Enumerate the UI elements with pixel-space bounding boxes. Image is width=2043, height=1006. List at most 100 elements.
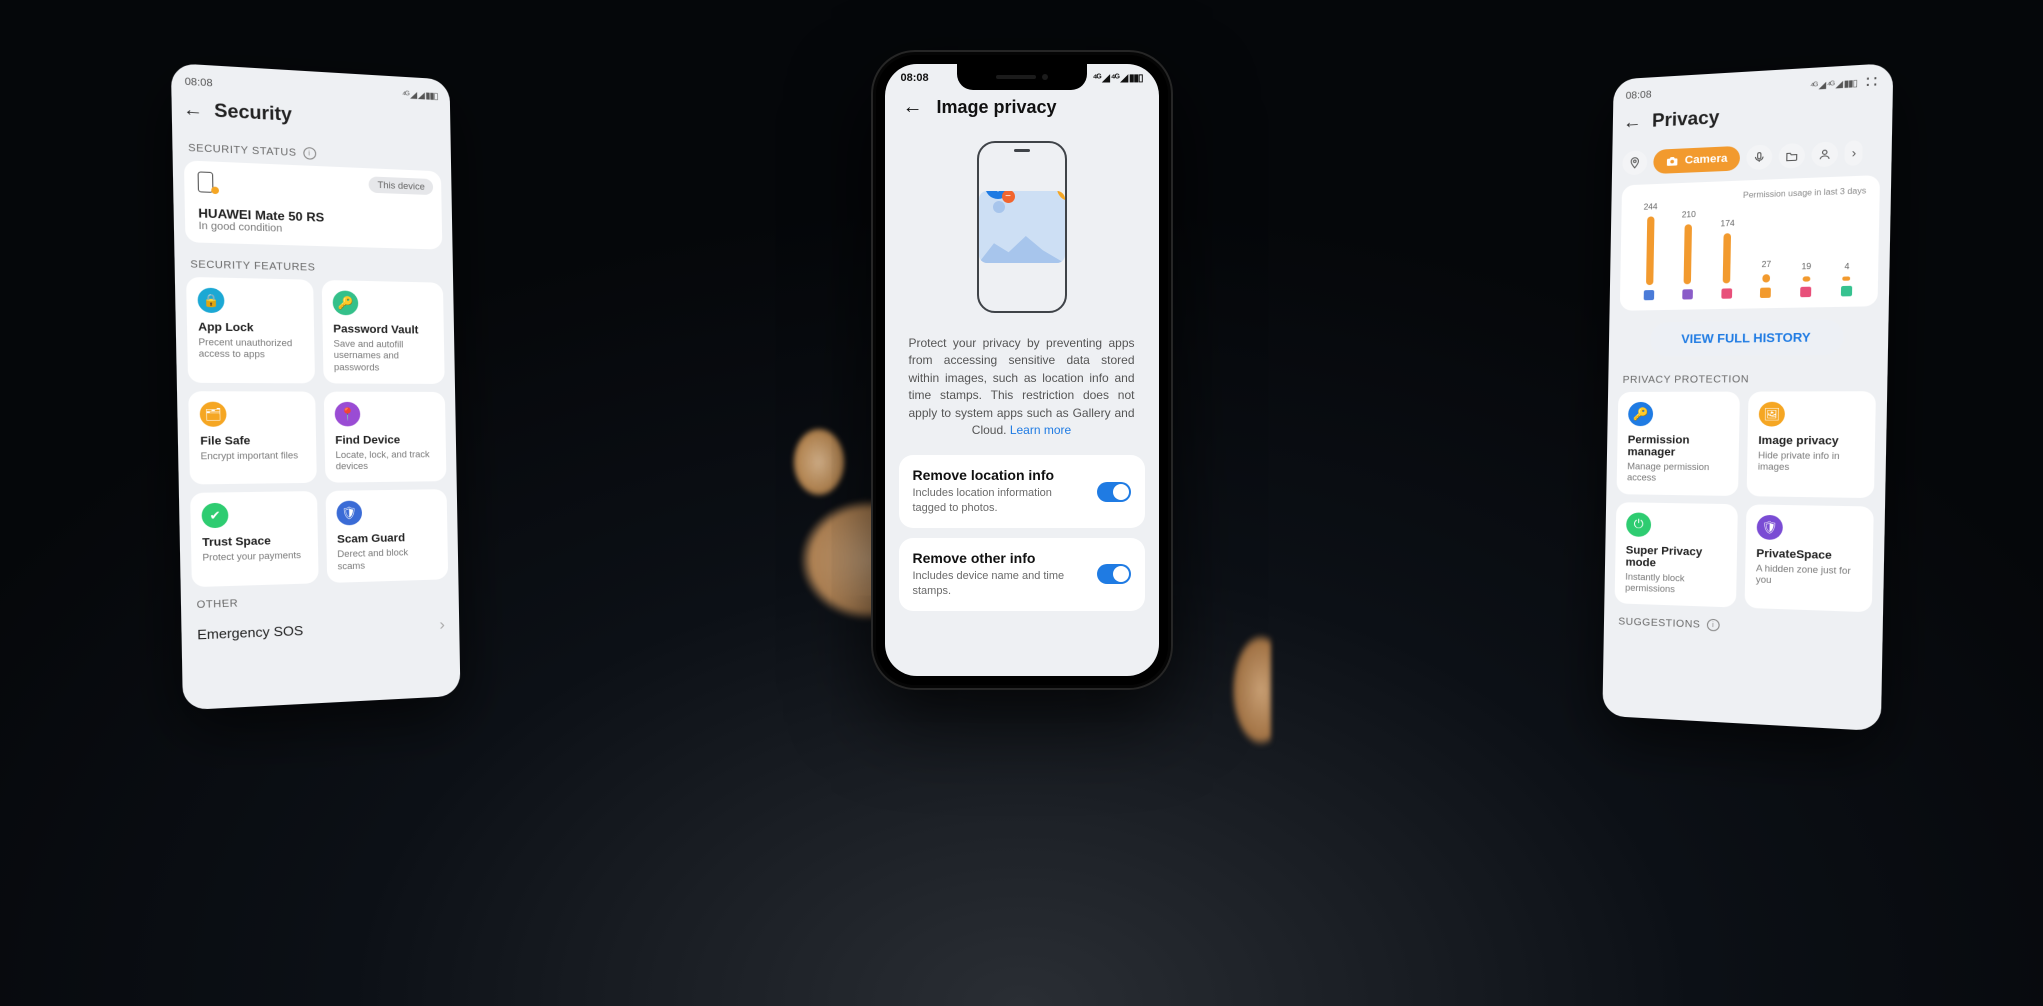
bar-value: 174 bbox=[1720, 219, 1734, 229]
feature-scam-guard[interactable]: 🛡 Scam Guard Derect and block scams bbox=[326, 489, 449, 582]
this-device-chip: This device bbox=[369, 176, 433, 195]
security-screen: 08:08 ⁴ᴳ ◢ ◢ ▮▮▯ ← Security SECURITY STA… bbox=[171, 63, 461, 710]
section-suggestions: SUGGESTIONSi bbox=[1614, 609, 1872, 643]
bar-contacts: 4 bbox=[1833, 262, 1860, 297]
camera-pill[interactable]: Camera bbox=[1653, 146, 1740, 174]
feature-title: Password Vault bbox=[333, 323, 434, 337]
feature-super-privacy-mode[interactable]: ⏻ Super Privacy mode Instantly block per… bbox=[1615, 502, 1738, 608]
back-icon[interactable]: ← bbox=[183, 98, 204, 121]
bar-value: 244 bbox=[1644, 202, 1658, 212]
bar-category-icon bbox=[1682, 289, 1693, 299]
bar-category-icon bbox=[1644, 290, 1655, 300]
feature-subtitle: Save and autofill usernames and password… bbox=[333, 338, 434, 373]
files-chip[interactable] bbox=[1779, 143, 1806, 169]
back-icon[interactable]: ← bbox=[903, 96, 923, 119]
feature-icon: 🖼 bbox=[1759, 402, 1785, 427]
info-icon[interactable]: i bbox=[303, 147, 316, 160]
contacts-chip[interactable] bbox=[1812, 141, 1839, 167]
phone-icon bbox=[198, 171, 214, 193]
feature-title: Trust Space bbox=[202, 535, 307, 550]
feature-icon: 🛡 bbox=[1757, 514, 1783, 539]
feature-title: App Lock bbox=[198, 321, 303, 335]
option-title: Remove location info bbox=[913, 467, 1087, 483]
feature-permission-manager[interactable]: 🔑 Permission manager Manage permission a… bbox=[1617, 392, 1740, 496]
feature-image-privacy[interactable]: 🖼 Image privacy Hide private info in ima… bbox=[1747, 391, 1876, 497]
bar-value: 19 bbox=[1801, 262, 1811, 272]
mic-chip[interactable] bbox=[1747, 144, 1773, 170]
usage-chart-card: Permission usage in last 3 days 244 210 … bbox=[1620, 175, 1880, 311]
bar-value: 27 bbox=[1761, 260, 1771, 270]
bar-value: 210 bbox=[1682, 210, 1696, 220]
chevron-right-icon: › bbox=[439, 616, 445, 634]
feature-trust-space[interactable]: ✔ Trust Space Protect your payments bbox=[190, 491, 319, 587]
more-icon[interactable]: ∷ bbox=[1866, 77, 1880, 88]
bar-category-icon bbox=[1760, 288, 1771, 299]
usage-bars: 244 210 174 27 19 4 bbox=[1632, 202, 1866, 301]
location-pin-icon: − bbox=[985, 191, 1011, 199]
feature-subtitle: Derect and block scams bbox=[337, 547, 438, 572]
page-title: Image privacy bbox=[937, 97, 1057, 118]
view-full-history-button[interactable]: VIEW FULL HISTORY bbox=[1650, 319, 1844, 356]
bar-video: 210 bbox=[1675, 210, 1702, 300]
feature-subtitle: A hidden zone just for you bbox=[1756, 563, 1862, 589]
feature-title: PrivateSpace bbox=[1756, 547, 1862, 562]
bar-category-icon bbox=[1800, 287, 1811, 298]
bar-category-icon bbox=[1721, 288, 1732, 298]
page-title: Privacy bbox=[1652, 107, 1720, 132]
bar-rect bbox=[1723, 233, 1731, 283]
option-subtitle: Includes location information tagged to … bbox=[913, 486, 1087, 516]
feature-password-vault[interactable]: 🔑 Password Vault Save and autofill usern… bbox=[322, 280, 445, 384]
description-text: Protect your privacy by preventing apps … bbox=[885, 321, 1159, 445]
bar-shop: 174 bbox=[1713, 219, 1740, 299]
notch bbox=[957, 64, 1087, 90]
option-remove-other-info: Remove other info Includes device name a… bbox=[899, 538, 1145, 611]
feature-icon: 🔑 bbox=[1628, 402, 1653, 426]
feature-icon: 📍 bbox=[335, 402, 361, 427]
feature-title: File Safe bbox=[200, 434, 305, 447]
signal-icons: ⁴ᴳ ◢ ⁴ᴳ ◢ ▮▮▯ bbox=[1810, 78, 1857, 92]
info-icon[interactable]: i bbox=[1707, 619, 1720, 632]
feature-title: Find Device bbox=[335, 434, 435, 447]
feature-title: Image privacy bbox=[1758, 435, 1864, 448]
chart-caption: Permission usage in last 3 days bbox=[1634, 186, 1866, 204]
device-card[interactable]: This device HUAWEI Mate 50 RS In good co… bbox=[184, 160, 442, 249]
bar-rect bbox=[1802, 276, 1810, 281]
feature-find-device[interactable]: 📍 Find Device Locate, lock, and track de… bbox=[324, 391, 447, 483]
toggle-switch[interactable] bbox=[1097, 564, 1131, 584]
bar-rect bbox=[1762, 274, 1770, 282]
phone-frame: 08:08 ⁴ᴳ ◢ ⁴ᴳ ◢ ▮▮▯ ← Image privacy − bbox=[871, 50, 1173, 690]
feature-subtitle: Manage permission access bbox=[1627, 461, 1728, 485]
option-title: Remove other info bbox=[913, 550, 1087, 566]
clock: 08:08 bbox=[1626, 89, 1652, 102]
feature-icon: 🗂 bbox=[200, 401, 227, 426]
option-remove-location-info: Remove location info Includes location i… bbox=[899, 455, 1145, 528]
bar-rect bbox=[1843, 276, 1851, 280]
more-chip[interactable]: › bbox=[1845, 140, 1863, 166]
section-privacy-protection: PRIVACY PROTECTION bbox=[1618, 367, 1876, 392]
privacy-screen: 08:08 ⁴ᴳ ◢ ⁴ᴳ ◢ ▮▮▯ ∷ ← Privacy Camera bbox=[1602, 63, 1893, 731]
bar-gallery: 244 bbox=[1636, 202, 1663, 301]
bar-rect bbox=[1684, 224, 1692, 284]
feature-app-lock[interactable]: 🔒 App Lock Precent unauthorized access t… bbox=[186, 277, 315, 383]
back-icon[interactable]: ← bbox=[1623, 111, 1642, 133]
signal-icons: ⁴ᴳ ◢ ⁴ᴳ ◢ ▮▮▯ bbox=[1093, 73, 1143, 84]
emergency-sos-label: Emergency SOS bbox=[197, 623, 303, 643]
feature-title: Super Privacy mode bbox=[1625, 544, 1726, 571]
learn-more-link[interactable]: Learn more bbox=[1010, 423, 1071, 437]
bar-rect bbox=[1646, 216, 1654, 285]
feature-subtitle: Instantly block permissions bbox=[1625, 571, 1726, 597]
location-chip[interactable] bbox=[1622, 150, 1647, 175]
feature-file-safe[interactable]: 🗂 File Safe Encrypt important files bbox=[188, 391, 317, 485]
page-title: Security bbox=[214, 100, 292, 126]
clock: 08:08 bbox=[185, 76, 213, 89]
bar-value: 4 bbox=[1844, 262, 1849, 272]
option-subtitle: Includes device name and time stamps. bbox=[913, 569, 1087, 599]
image-privacy-screen: 08:08 ⁴ᴳ ◢ ⁴ᴳ ◢ ▮▮▯ ← Image privacy − bbox=[885, 64, 1159, 676]
feature-privatespace[interactable]: 🛡 PrivateSpace A hidden zone just for yo… bbox=[1745, 504, 1874, 612]
privacy-illustration: − − bbox=[885, 133, 1159, 321]
feature-subtitle: Precent unauthorized access to apps bbox=[198, 337, 304, 361]
toggle-switch[interactable] bbox=[1097, 482, 1131, 502]
feature-icon: ⏻ bbox=[1626, 512, 1651, 537]
bar-location: 19 bbox=[1793, 262, 1820, 298]
bar-camera: 27 bbox=[1753, 259, 1780, 298]
